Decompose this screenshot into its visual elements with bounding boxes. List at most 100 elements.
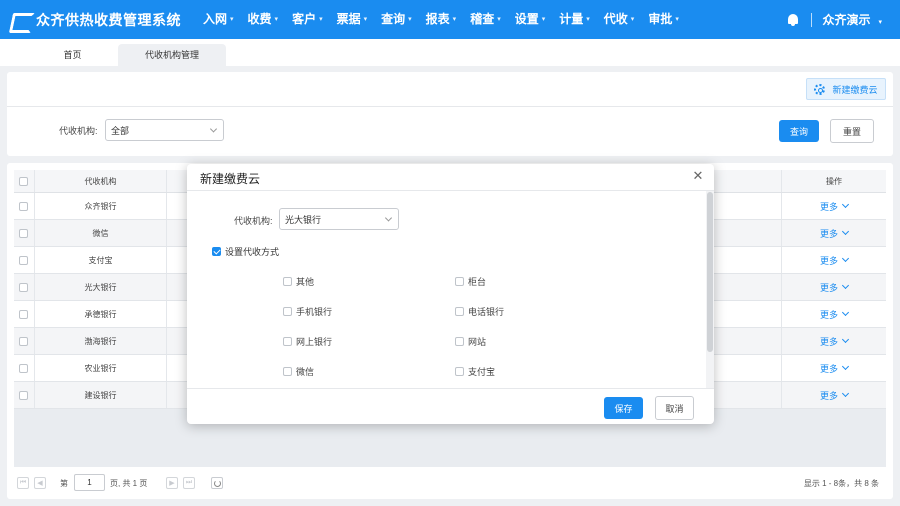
- method-option[interactable]: 网站: [455, 335, 486, 348]
- more-actions-button[interactable]: 更多: [781, 328, 886, 354]
- caret-down-icon: ▾: [586, 16, 590, 23]
- close-icon[interactable]: ✕: [691, 169, 705, 183]
- chevron-down-icon: [384, 214, 393, 222]
- set-methods-checkbox[interactable]: 设置代收方式: [212, 245, 279, 258]
- caret-down-icon: ▾: [675, 16, 679, 23]
- menu-item-ruwang[interactable]: 入网 ▾: [196, 0, 241, 39]
- row-checkbox[interactable]: [19, 391, 28, 400]
- column-header-agency: 代收机构: [35, 170, 167, 192]
- checkbox[interactable]: [283, 277, 292, 286]
- chevron-down-icon: [841, 362, 850, 371]
- refresh-icon[interactable]: [211, 477, 223, 489]
- divider: [811, 12, 813, 27]
- cell-agency: 承德银行: [35, 301, 167, 327]
- checkbox[interactable]: [455, 307, 464, 316]
- more-actions-button[interactable]: 更多: [781, 247, 886, 273]
- menu-item-daishou[interactable]: 代收 ▾: [597, 0, 642, 39]
- top-right-area: 众齐演示 ▾: [787, 0, 882, 39]
- dialog-agency-label: 代收机构:: [234, 216, 273, 226]
- agency-filter-label: 代收机构:: [59, 126, 98, 136]
- chevron-down-icon: [841, 227, 850, 236]
- checkbox[interactable]: [455, 367, 464, 376]
- cell-agency: 农业银行: [35, 355, 167, 381]
- menu-item-shenpi[interactable]: 审批 ▾: [641, 0, 686, 39]
- row-checkbox[interactable]: [19, 202, 28, 211]
- next-page-icon[interactable]: ▶: [166, 477, 178, 489]
- cell-agency: 众齐银行: [35, 193, 167, 219]
- caret-down-icon: ▾: [230, 16, 234, 23]
- select-all-cell: [14, 170, 35, 192]
- prev-page-icon[interactable]: ◀: [34, 477, 46, 489]
- user-menu[interactable]: 众齐演示 ▾: [822, 11, 882, 28]
- method-option[interactable]: 电话银行: [455, 305, 504, 318]
- method-option[interactable]: 柜台: [455, 275, 486, 288]
- dialog-title: 新建缴费云: [200, 172, 261, 186]
- row-checkbox[interactable]: [19, 256, 28, 265]
- new-payment-cloud-dialog: 新建缴费云 ✕ 代收机构: 光大银行 设置代收方式 其他 柜台 手机银行 电话银…: [187, 164, 714, 424]
- dialog-agency-select[interactable]: 光大银行: [279, 208, 399, 230]
- new-payment-cloud-button[interactable]: 新建缴费云: [806, 78, 886, 100]
- tab-agency-management[interactable]: 代收机构管理: [118, 44, 226, 66]
- reset-button[interactable]: 重置: [830, 119, 874, 143]
- dialog-scrollbar-thumb[interactable]: [707, 192, 713, 352]
- caret-down-icon: ▾: [878, 19, 882, 26]
- search-button[interactable]: 查询: [779, 120, 819, 142]
- brand[interactable]: 众齐供热收费管理系统: [10, 0, 181, 39]
- tab-home[interactable]: 首页: [30, 44, 115, 66]
- chevron-down-icon: [841, 254, 850, 263]
- method-option[interactable]: 网上银行: [283, 335, 332, 348]
- main-menu: 入网 ▾ 收费 ▾ 客户 ▾ 票据 ▾ 查询 ▾ 报表 ▾ 稽查 ▾ 设置 ▾ 计量 ▾ 代收 ▾ …: [196, 0, 686, 39]
- menu-item-chaxun[interactable]: 查询 ▾: [374, 0, 419, 39]
- chevron-down-icon: [841, 281, 850, 290]
- more-actions-button[interactable]: 更多: [781, 355, 886, 381]
- cell-agency: 建设银行: [35, 382, 167, 408]
- menu-item-baobiao[interactable]: 报表 ▾: [419, 0, 464, 39]
- caret-down-icon: ▾: [319, 16, 323, 23]
- agency-filter-select[interactable]: 全部: [105, 119, 224, 141]
- pagination-bar: ⏮ ◀ 第 1 页, 共 1 页 ▶ ⏭ 显示 1 - 8条，共 8 条: [7, 468, 893, 496]
- menu-item-jicha[interactable]: 稽查 ▾: [463, 0, 508, 39]
- divider: [187, 388, 714, 389]
- menu-item-kehu[interactable]: 客户 ▾: [285, 0, 330, 39]
- menu-item-piaoju[interactable]: 票据 ▾: [330, 0, 375, 39]
- checkbox[interactable]: [283, 307, 292, 316]
- row-checkbox[interactable]: [19, 283, 28, 292]
- page-number-input[interactable]: 1: [74, 474, 105, 491]
- checkbox[interactable]: [455, 337, 464, 346]
- checkbox[interactable]: [455, 277, 464, 286]
- more-actions-button[interactable]: 更多: [781, 274, 886, 300]
- row-checkbox[interactable]: [19, 337, 28, 346]
- method-option[interactable]: 其他: [283, 275, 314, 288]
- checkbox-checked-icon[interactable]: [212, 247, 221, 256]
- caret-down-icon: ▾: [408, 16, 412, 23]
- chevron-down-icon: [209, 125, 218, 133]
- row-checkbox[interactable]: [19, 364, 28, 373]
- row-checkbox[interactable]: [19, 310, 28, 319]
- menu-item-shoufei[interactable]: 收费 ▾: [241, 0, 286, 39]
- pagination-summary: 显示 1 - 8条，共 8 条: [803, 479, 879, 488]
- cancel-button[interactable]: 取消: [655, 396, 694, 420]
- app-title: 众齐供热收费管理系统: [36, 11, 181, 28]
- more-actions-button[interactable]: 更多: [781, 382, 886, 408]
- top-nav-bar: 众齐供热收费管理系统 入网 ▾ 收费 ▾ 客户 ▾ 票据 ▾ 查询 ▾ 报表 ▾ 稽查 ▾ 设…: [0, 0, 900, 39]
- first-page-icon[interactable]: ⏮: [17, 477, 29, 489]
- more-actions-button[interactable]: 更多: [781, 301, 886, 327]
- checkbox[interactable]: [283, 337, 292, 346]
- method-option[interactable]: 支付宝: [455, 365, 495, 378]
- select-all-checkbox[interactable]: [19, 177, 28, 186]
- method-option[interactable]: 微信: [283, 365, 314, 378]
- method-option[interactable]: 手机银行: [283, 305, 332, 318]
- chevron-down-icon: [841, 389, 850, 398]
- caret-down-icon: ▾: [363, 16, 368, 23]
- more-actions-button[interactable]: 更多: [781, 193, 886, 219]
- save-button[interactable]: 保存: [604, 397, 643, 419]
- row-checkbox[interactable]: [19, 229, 28, 238]
- menu-item-jiliang[interactable]: 计量 ▾: [552, 0, 597, 39]
- last-page-icon[interactable]: ⏭: [183, 477, 195, 489]
- bell-icon[interactable]: [787, 13, 799, 26]
- menu-item-shezhi[interactable]: 设置 ▾: [508, 0, 553, 39]
- cell-agency: 支付宝: [35, 247, 167, 273]
- more-actions-button[interactable]: 更多: [781, 220, 886, 246]
- checkbox[interactable]: [283, 367, 292, 376]
- filter-panel: 新建缴费云 代收机构: 全部 查询 重置: [7, 72, 893, 156]
